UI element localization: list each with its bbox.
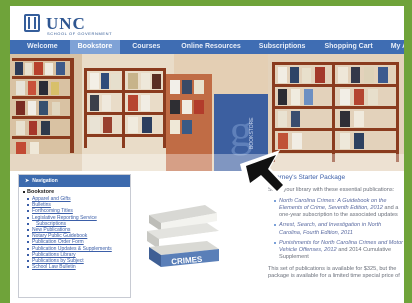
nav-link-school-law[interactable]: School Law Bulletin xyxy=(23,264,126,270)
bookstore-hero-image: g BOOKSTORE xyxy=(10,54,404,171)
nav-shopping-cart[interactable]: Shopping Cart xyxy=(314,40,382,54)
package-footer: This set of publications is available fo… xyxy=(268,265,400,280)
navigation-header: ➤ Navigation xyxy=(19,175,130,187)
nav-courses[interactable]: Courses xyxy=(120,40,172,54)
nav-online-resources[interactable]: Online Resources xyxy=(172,40,250,54)
unc-seal-icon[interactable] xyxy=(24,14,40,32)
main-navbar: Welcome Bookstore Courses Online Resourc… xyxy=(10,40,404,54)
nav-subscriptions[interactable]: Subscriptions xyxy=(250,40,315,54)
item-title[interactable]: Arrest, Search, and Investigation in Nor… xyxy=(279,222,381,235)
book-stack-image[interactable]: CRIMES xyxy=(143,201,223,267)
nav-section-bookstore[interactable]: Bookstore xyxy=(23,189,126,196)
book-cover-text: CRIMES xyxy=(171,255,203,267)
site-header: UNC SCHOOL OF GOVERNMENT xyxy=(10,6,404,39)
mouse-pointer-icon xyxy=(240,150,288,196)
navigation-title: Navigation xyxy=(32,178,58,184)
page-frame: UNC SCHOOL OF GOVERNMENT Welcome Booksto… xyxy=(10,6,404,303)
item-title[interactable]: North Carolina Crimes: A Guidebook on th… xyxy=(279,198,386,211)
list-item: Arrest, Search, and Investigation in Nor… xyxy=(274,222,404,236)
package-list: North Carolina Crimes: A Guidebook on th… xyxy=(268,198,404,261)
bookstore-photo: g BOOKSTORE xyxy=(10,54,404,171)
arrow-icon: ➤ xyxy=(25,178,30,184)
nav-bookstore[interactable]: Bookstore xyxy=(69,40,121,54)
bookstore-sign-text: BOOKSTORE xyxy=(249,117,255,149)
nav-welcome[interactable]: Welcome xyxy=(10,40,70,54)
nav-my-account[interactable]: My Account xyxy=(383,40,404,54)
list-item: Punishments for North Carolina Crimes an… xyxy=(274,240,404,261)
navigation-panel: ➤ Navigation Bookstore Apparel and Gifts… xyxy=(18,174,131,298)
list-item: North Carolina Crimes: A Guidebook on th… xyxy=(274,198,404,219)
logo-subtitle: SCHOOL OF GOVERNMENT xyxy=(47,31,113,36)
